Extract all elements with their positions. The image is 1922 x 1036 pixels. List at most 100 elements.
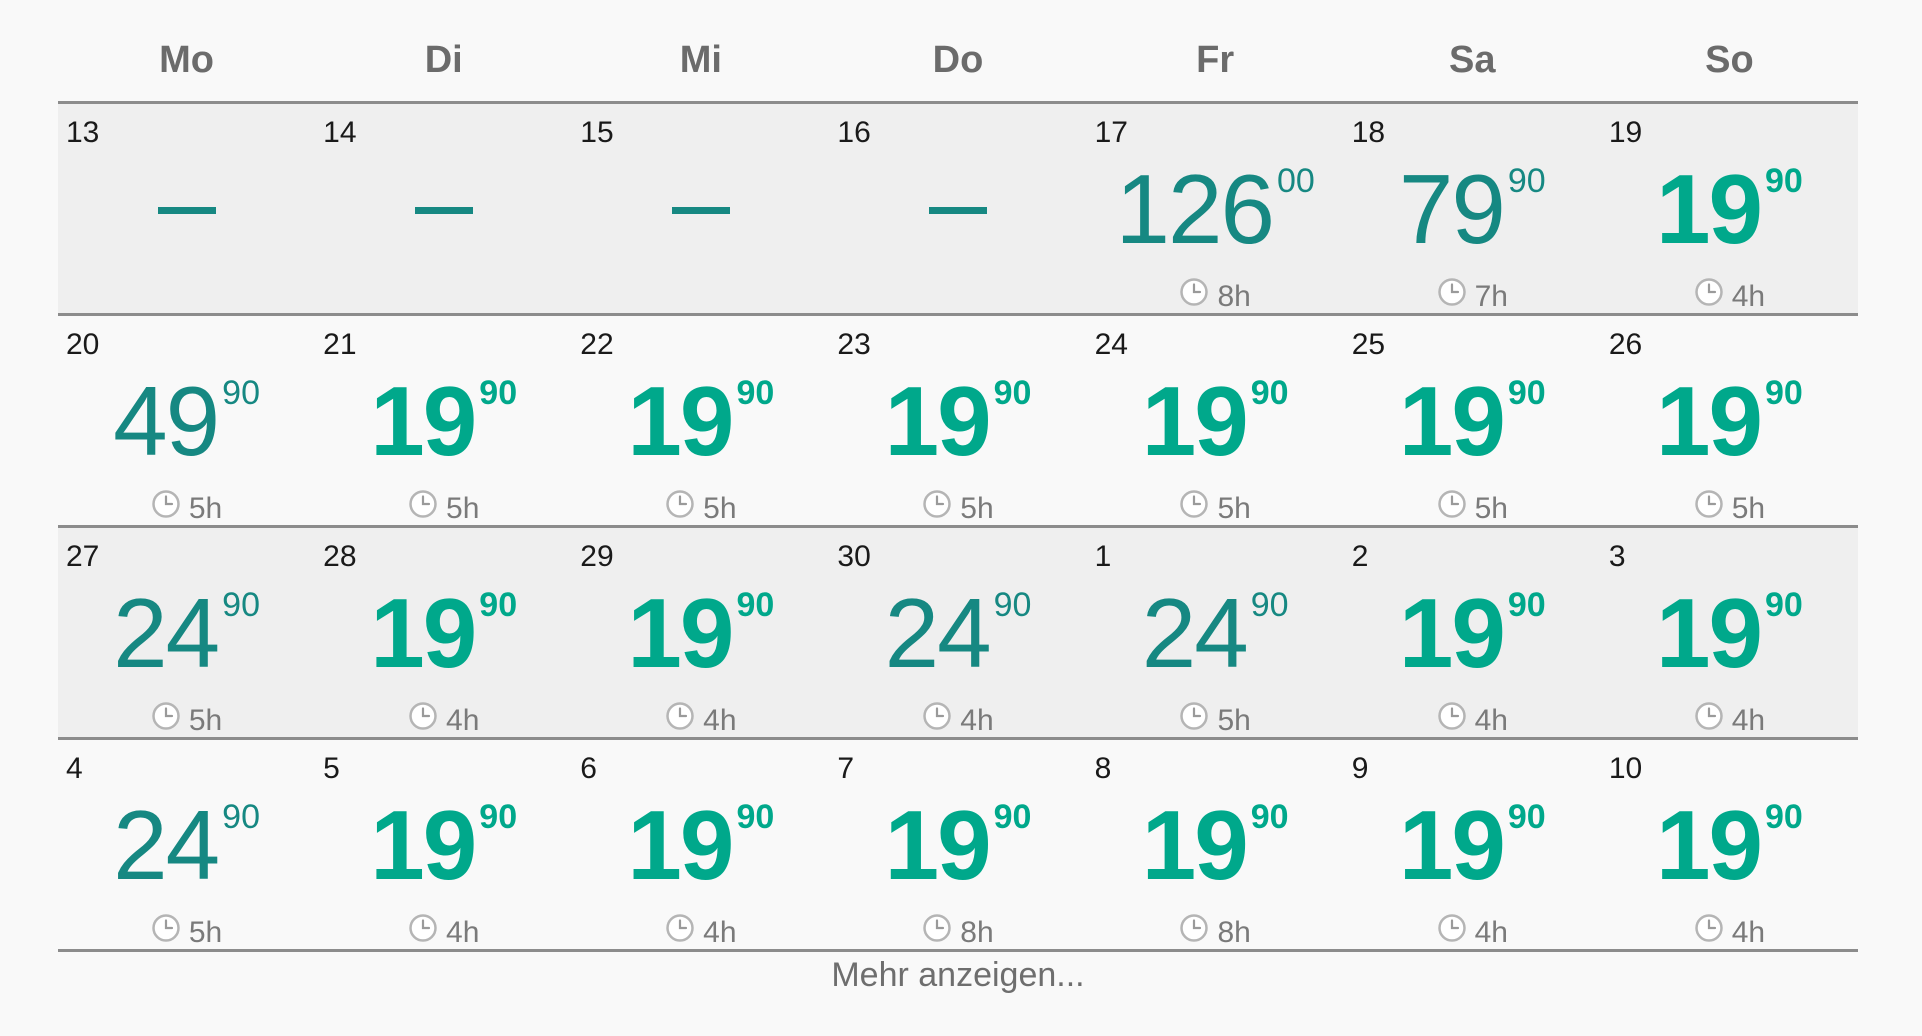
day-cell[interactable]: 17 126 00 8h (1087, 104, 1344, 313)
day-number: 28 (323, 540, 357, 573)
price: 19 90 (1087, 796, 1344, 894)
price-cents: 90 (222, 586, 260, 624)
calendar-weeks: 13 14 15 16 17 126 00 8h 18 79 90 7h 19 19 90 4h 20 49 90 5… (58, 104, 1858, 952)
price-euros: 19 (627, 790, 734, 900)
price: 24 90 (58, 796, 315, 894)
clock-icon (1437, 701, 1467, 737)
travel-duration: 4h (1601, 913, 1858, 952)
clock-icon (1437, 489, 1467, 525)
day-number: 23 (837, 328, 871, 361)
price-euros: 24 (113, 790, 220, 900)
clock-icon (1437, 277, 1467, 313)
clock-icon (151, 913, 181, 949)
no-price-dash (928, 207, 987, 214)
travel-duration: 4h (315, 702, 572, 740)
price-cents: 90 (1250, 586, 1289, 624)
day-cell[interactable]: 22 19 90 5h (572, 316, 829, 525)
day-cell[interactable]: 10 19 90 4h (1601, 740, 1858, 949)
day-cell[interactable]: 25 19 90 5h (1344, 316, 1601, 525)
clock-icon (1694, 277, 1724, 313)
price: 19 90 (1601, 796, 1858, 894)
price: 24 90 (1087, 584, 1344, 682)
weekday-label: Mo (159, 39, 214, 81)
duration-text: 7h (1474, 279, 1508, 313)
day-number: 22 (580, 328, 614, 361)
day-cell[interactable]: 5 19 90 4h (315, 740, 572, 949)
day-number: 15 (580, 116, 614, 149)
day-cell[interactable]: 4 24 90 5h (58, 740, 315, 949)
duration-text: 5h (188, 703, 223, 737)
travel-duration: 5h (572, 490, 829, 528)
price: 19 90 (1344, 584, 1601, 682)
day-number: 17 (1094, 116, 1128, 149)
travel-duration: 4h (572, 702, 829, 740)
price-euros: 19 (370, 578, 477, 688)
day-number: 20 (66, 328, 100, 361)
price-cents: 90 (993, 586, 1032, 624)
day-cell[interactable]: 30 24 90 4h (829, 528, 1086, 737)
price-cents: 00 (1276, 162, 1315, 200)
day-number: 29 (580, 540, 614, 573)
duration-text: 8h (960, 915, 994, 949)
day-cell[interactable]: 23 19 90 5h (829, 316, 1086, 525)
price-cents: 90 (222, 798, 260, 836)
day-cell[interactable]: 21 19 90 5h (315, 316, 572, 525)
duration-text: 5h (1474, 491, 1508, 525)
day-cell[interactable]: 18 79 90 7h (1344, 104, 1601, 313)
weekday-header: Mo Di Mi Do Fr Sa So (58, 0, 1858, 104)
day-number: 8 (1094, 752, 1112, 785)
day-cell[interactable]: 20 49 90 5h (58, 316, 315, 525)
price-cents: 90 (736, 798, 775, 836)
day-cell: 13 (58, 104, 315, 313)
price-cents: 90 (1765, 586, 1803, 624)
day-cell[interactable]: 19 19 90 4h (1601, 104, 1858, 313)
day-cell: 16 (829, 104, 1086, 313)
week-row: 27 24 90 5h 28 19 90 4h 29 19 90 4h 30 24 90 4h 1 24 90 5h 2… (58, 528, 1858, 740)
day-cell[interactable]: 6 19 90 4h (572, 740, 829, 949)
no-price-dash (671, 207, 730, 214)
show-more-link[interactable]: Mehr anzeigen... (58, 956, 1858, 995)
price: 19 90 (315, 372, 572, 470)
day-cell[interactable]: 26 19 90 5h (1601, 316, 1858, 525)
day-cell[interactable]: 24 19 90 5h (1087, 316, 1344, 525)
day-number: 7 (837, 752, 855, 785)
day-number: 25 (1351, 328, 1386, 361)
price: 19 90 (1087, 372, 1344, 470)
day-number: 27 (66, 540, 100, 573)
travel-duration: 5h (58, 913, 315, 952)
travel-duration: 4h (1344, 913, 1601, 952)
day-cell[interactable]: 27 24 90 5h (58, 528, 315, 737)
day-cell[interactable]: 2 19 90 4h (1344, 528, 1601, 737)
travel-duration: 5h (1601, 489, 1858, 528)
price: 19 90 (1344, 796, 1601, 894)
price-euros: 19 (1655, 790, 1763, 900)
clock-icon (1694, 489, 1724, 525)
day-cell[interactable]: 29 19 90 4h (572, 528, 829, 737)
no-price-dash (414, 207, 473, 214)
clock-icon (1179, 277, 1209, 313)
day-cell[interactable]: 1 24 90 5h (1087, 528, 1344, 737)
day-cell[interactable]: 3 19 90 4h (1601, 528, 1858, 737)
duration-text: 4h (1731, 703, 1766, 737)
day-cell[interactable]: 7 19 90 8h (829, 740, 1086, 949)
day-cell[interactable]: 8 19 90 8h (1087, 740, 1344, 949)
day-number: 3 (1608, 540, 1626, 573)
clock-icon (408, 913, 438, 949)
price-euros: 19 (1655, 578, 1763, 688)
price: 19 90 (1344, 372, 1601, 470)
price-cents: 90 (993, 798, 1032, 836)
clock-icon (1179, 701, 1209, 737)
day-cell[interactable]: 9 19 90 4h (1344, 740, 1601, 949)
clock-icon (1694, 913, 1724, 949)
price: 49 90 (58, 372, 315, 470)
price-euros: 24 (113, 578, 220, 688)
travel-duration: 5h (1087, 701, 1344, 740)
price: 79 90 (1344, 160, 1601, 258)
travel-duration: 5h (829, 490, 1086, 528)
price-euros: 24 (884, 578, 992, 688)
day-number: 16 (837, 116, 871, 149)
day-cell[interactable]: 28 19 90 4h (315, 528, 572, 737)
price: 19 90 (829, 796, 1086, 894)
duration-text: 4h (446, 915, 480, 949)
clock-icon (1437, 913, 1467, 949)
